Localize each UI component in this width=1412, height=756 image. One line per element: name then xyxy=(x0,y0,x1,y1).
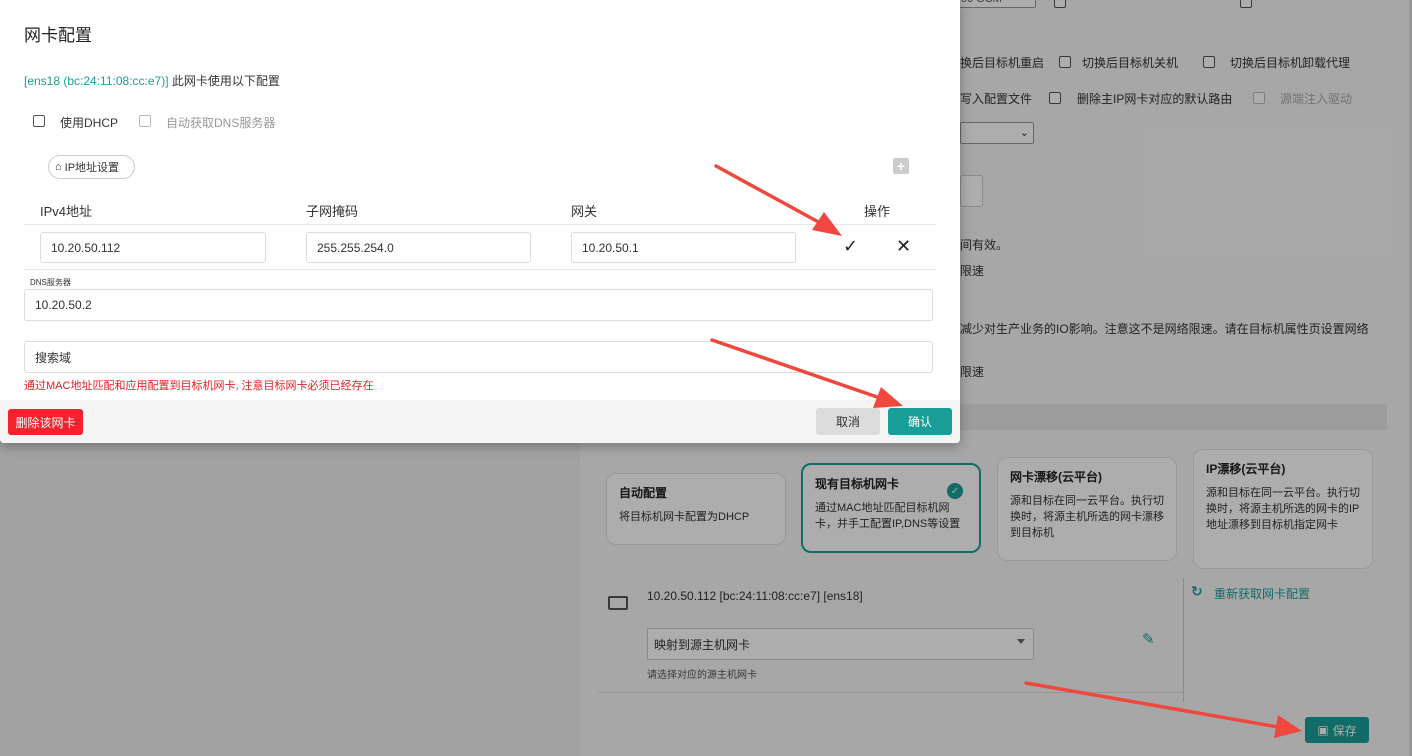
annotation-arrows xyxy=(710,164,1302,738)
arrow-to-check-icon xyxy=(714,164,842,236)
arrow-to-confirm-button xyxy=(710,338,903,408)
arrow-to-save-button xyxy=(1024,681,1302,738)
